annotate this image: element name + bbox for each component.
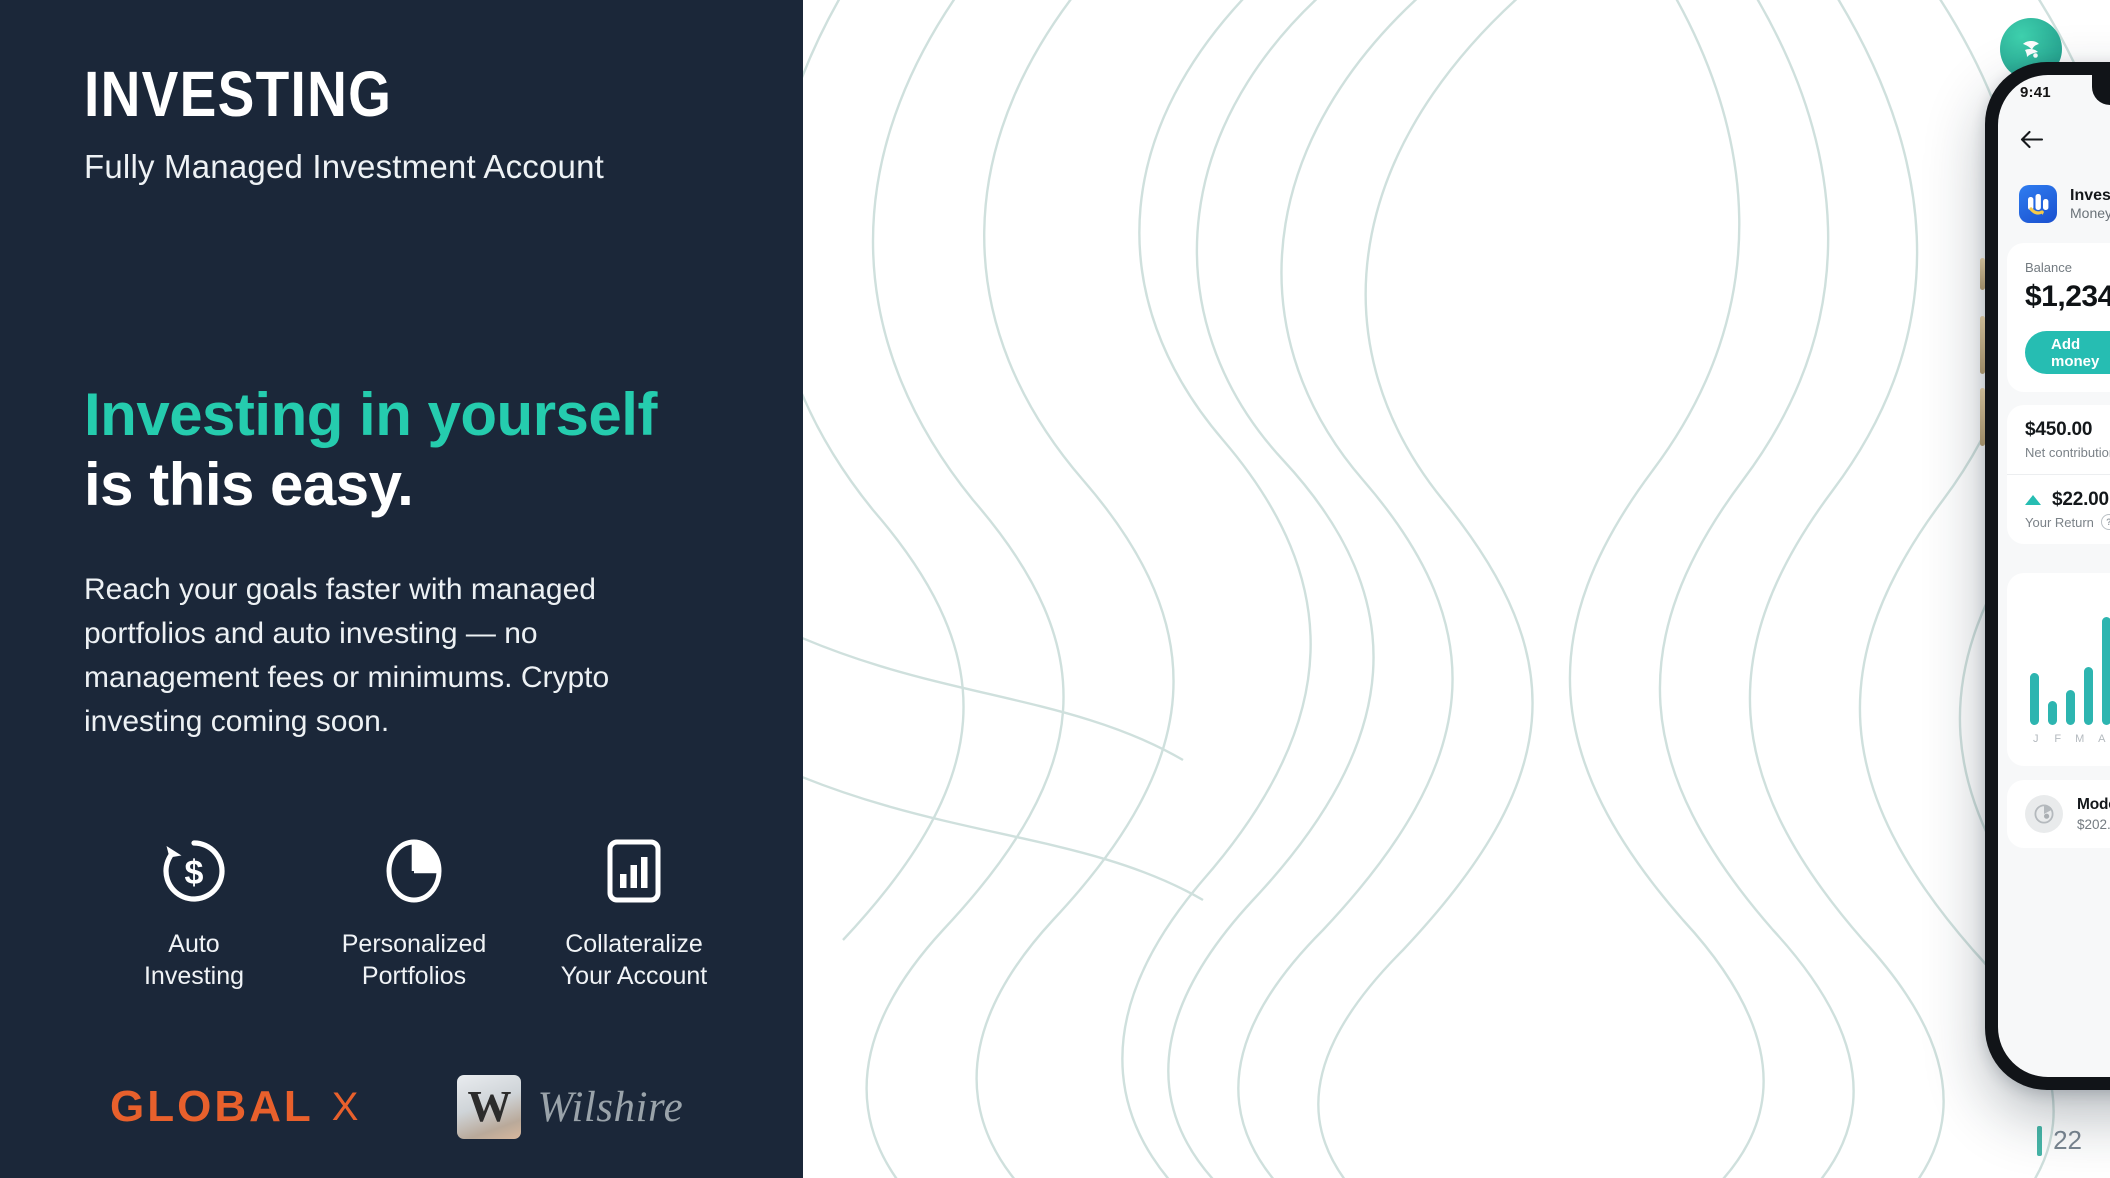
nav-row: ? bbox=[1998, 119, 2110, 159]
headline-line-2: is this easy. bbox=[84, 450, 414, 518]
chart-x-tick-label: F bbox=[2054, 733, 2062, 745]
chart-x-tick-label: J bbox=[2033, 733, 2039, 745]
background-contour-pattern bbox=[803, 0, 2110, 1178]
left-panel: INVESTING Fully Managed Investment Accou… bbox=[0, 0, 803, 1178]
page-subtitle: Fully Managed Investment Account bbox=[84, 148, 605, 185]
portfolio-name: Moderately Conservative Mix bbox=[2077, 796, 2110, 813]
feature-personalized-portfolios: Personalized Portfolios bbox=[304, 830, 524, 992]
app-text: Investing MoneyLion bbox=[2070, 186, 2110, 223]
chart-bar-slot bbox=[2079, 595, 2097, 725]
phone-volume-up-button[interactable] bbox=[1980, 316, 1985, 374]
page-number: 22 bbox=[2037, 1125, 2082, 1156]
chart-bar-slot bbox=[2061, 595, 2079, 725]
app-name: Investing bbox=[2070, 186, 2110, 204]
chart-bar-slot bbox=[2098, 595, 2110, 725]
phone-volume-down-button[interactable] bbox=[1980, 388, 1985, 446]
feature-label-line1: Auto bbox=[168, 930, 220, 958]
chart-bar bbox=[2029, 672, 2039, 725]
performance-chart-card: $500$250$100$50 JFMAMJJASOND bbox=[2007, 573, 2110, 766]
svg-text:$: $ bbox=[185, 854, 204, 892]
balance-action-row: Add money Transfer bbox=[2025, 331, 2110, 374]
feature-label: Auto Investing bbox=[144, 928, 244, 992]
wilshire-w-letter: W bbox=[467, 1082, 512, 1131]
portfolio-amount: $202.12 bbox=[2077, 817, 2110, 832]
add-money-button[interactable]: Add money bbox=[2025, 331, 2110, 374]
app-header: Investing MoneyLion bbox=[2019, 185, 2110, 223]
stat-label-row: Net contribution ? bbox=[2025, 444, 2110, 460]
chart-bar bbox=[2102, 617, 2110, 725]
feature-label: Collateralize Your Account bbox=[561, 928, 707, 992]
back-arrow-icon[interactable] bbox=[2019, 129, 2044, 150]
page-title: INVESTING bbox=[84, 58, 393, 130]
chart-bar bbox=[2084, 667, 2094, 725]
feature-label-line1: Collateralize bbox=[565, 930, 703, 958]
globalx-wordmark: GLOBAL bbox=[110, 1082, 314, 1131]
stat-value: $450.00 bbox=[2025, 419, 2093, 440]
balance-amount: $1,234.90 bbox=[2025, 280, 2110, 313]
chart-x-tick-label: A bbox=[2098, 733, 2106, 745]
stat-label: Your Return bbox=[2025, 514, 2094, 530]
chart-bar-slot bbox=[2025, 595, 2043, 725]
feature-label-line2: Your Account bbox=[560, 962, 708, 990]
trend-up-icon bbox=[2025, 495, 2041, 505]
chart-bar-slot bbox=[2043, 595, 2061, 725]
auto-invest-icon: $ bbox=[157, 830, 231, 912]
stat-net-contribution: $450.00 Net contribution ? bbox=[2007, 405, 2110, 474]
wilshire-wordmark: Wilshire bbox=[537, 1083, 684, 1131]
globalx-logo: GLOBAL X bbox=[110, 1082, 361, 1132]
chart-bars bbox=[2025, 595, 2110, 725]
feature-list: $ Auto Investing Personalized Portfolios… bbox=[84, 830, 744, 992]
page-number-accent-bar bbox=[2037, 1125, 2043, 1156]
phone-mockup: 9:41 Inves Money Balance $1,234 Add mone… bbox=[1980, 58, 2110, 1094]
partner-logos: GLOBAL X W Wilshire bbox=[110, 1075, 683, 1139]
phone-mute-switch[interactable] bbox=[1980, 258, 1985, 290]
stat-your-return: $22.00 (+4.66%) Your Return ? bbox=[2007, 474, 2110, 544]
stat-value: $22.00 (+4.66%) bbox=[2052, 489, 2110, 510]
balance-label: Balance bbox=[2025, 260, 2072, 275]
right-stage: 22 9:41 Inves Money Balance $1,234 Add m… bbox=[803, 0, 2110, 1178]
status-time: 9:41 bbox=[2020, 83, 2051, 101]
feature-collateralize-account: Collateralize Your Account bbox=[524, 830, 744, 992]
wilshire-logo: W Wilshire bbox=[457, 1075, 683, 1139]
headline-line-1: Investing in yourself bbox=[84, 381, 657, 448]
app-subtitle: MoneyLion bbox=[2070, 204, 2110, 221]
stat-value-row: $22.00 (+4.66%) bbox=[2025, 489, 2110, 511]
feature-label-line2: Portfolios bbox=[361, 962, 467, 990]
feature-auto-investing: $ Auto Investing bbox=[84, 830, 304, 992]
wilshire-w-mark: W bbox=[457, 1075, 522, 1139]
stat-label-row: Your Return ? bbox=[2025, 514, 2110, 530]
info-icon[interactable]: ? bbox=[2100, 514, 2110, 530]
stat-label: Net contribution bbox=[2025, 444, 2110, 460]
balance-card: Balance $1,234.90 Add money Transfer bbox=[2007, 243, 2110, 392]
stats-card: $450.00 Net contribution ? $22.00 (+4.66… bbox=[2007, 405, 2110, 544]
globalx-x-mark: X bbox=[331, 1084, 362, 1129]
chart-x-tick-label: M bbox=[2075, 733, 2085, 745]
investing-app-icon bbox=[2019, 185, 2057, 223]
phone-screen: 9:41 Inves Money Balance $1,234 Add mone… bbox=[1998, 75, 2110, 1077]
slide-root: INVESTING Fully Managed Investment Accou… bbox=[0, 0, 2110, 1178]
bar-chart-icon bbox=[597, 830, 671, 912]
chart-bar bbox=[2047, 700, 2057, 725]
headline: Investing in yourself is this easy. bbox=[84, 380, 657, 519]
portfolio-row[interactable]: Moderately Conservative Mix $202.12 bbox=[2007, 780, 2110, 848]
page-number-text: 22 bbox=[2053, 1125, 2082, 1155]
feature-label-line2: Investing bbox=[143, 962, 245, 990]
feature-label-line1: Personalized bbox=[341, 930, 487, 958]
portfolio-pie-icon bbox=[2025, 795, 2063, 833]
portfolio-text: Moderately Conservative Mix $202.12 bbox=[2077, 796, 2110, 832]
body-copy: Reach your goals faster with managed por… bbox=[84, 573, 610, 739]
chart-x-axis: JFMAMJJASOND bbox=[2025, 733, 2110, 745]
chart-bar bbox=[2065, 690, 2075, 725]
pie-chart-icon bbox=[377, 830, 451, 912]
feature-label: Personalized Portfolios bbox=[342, 928, 487, 992]
